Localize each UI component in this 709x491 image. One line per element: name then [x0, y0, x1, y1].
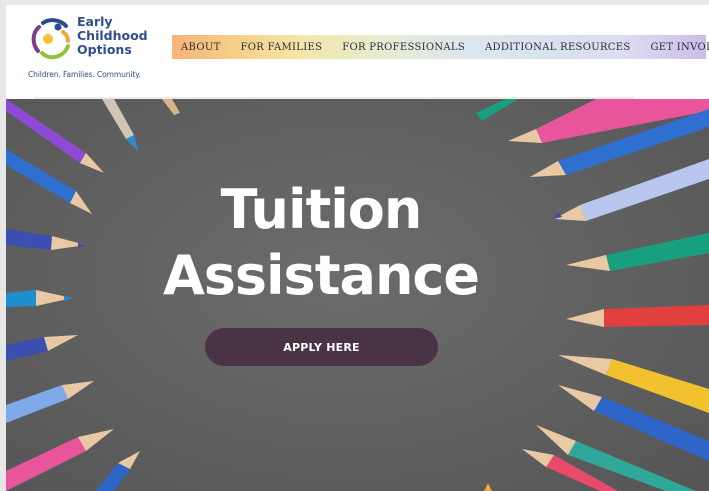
- pencil-left-5: [6, 335, 78, 361]
- site-header: Early Childhood Options Children. Famili…: [6, 5, 709, 99]
- logo-line-1: Early: [77, 14, 113, 29]
- logo-line-3: Options: [77, 42, 132, 57]
- browser-viewport: Early Childhood Options Children. Famili…: [6, 5, 709, 491]
- nav-item-get-involved[interactable]: GET INVOLVED: [650, 42, 709, 53]
- pencil-bottom-1: [484, 483, 492, 491]
- pencil-left-7: [6, 429, 114, 491]
- pencil-top-1: [102, 99, 138, 151]
- logo-tagline: Children. Families. Community.: [28, 70, 141, 79]
- logo-line-2: Childhood: [77, 28, 148, 43]
- pencil-right-5: [566, 233, 709, 271]
- pencil-right-1: [476, 99, 518, 121]
- logo-wordmark: Early Childhood Options: [77, 15, 167, 57]
- pencil-right-7: [558, 355, 709, 413]
- hero-banner: Tuition Assistance APPLY HERE: [6, 99, 709, 491]
- pencil-right-6: [566, 305, 709, 327]
- nav-item-for-families[interactable]: FOR FAMILIES: [241, 42, 323, 53]
- nav-item-about[interactable]: ABOUT: [181, 42, 221, 53]
- main-navigation: ABOUT FOR FAMILIES FOR PROFESSIONALS ADD…: [172, 35, 709, 59]
- nav-item-for-professionals[interactable]: FOR PROFESSIONALS: [342, 42, 465, 53]
- site-logo[interactable]: Early Childhood Options Children. Famili…: [28, 13, 158, 81]
- pencil-top-2: [162, 99, 180, 115]
- logo-mark-icon: [31, 18, 70, 60]
- pencil-left-3: [6, 229, 86, 250]
- hero-title-line-1: Tuition: [220, 178, 423, 241]
- pencil-left-8: [96, 451, 140, 491]
- pencil-left-6: [6, 381, 94, 423]
- nav-item-additional-resources[interactable]: ADDITIONAL RESOURCES: [485, 42, 630, 53]
- hero-title-line-2: Assistance: [162, 244, 480, 307]
- pencil-left-4: [6, 290, 72, 307]
- apply-here-button[interactable]: APPLY HERE: [205, 328, 438, 366]
